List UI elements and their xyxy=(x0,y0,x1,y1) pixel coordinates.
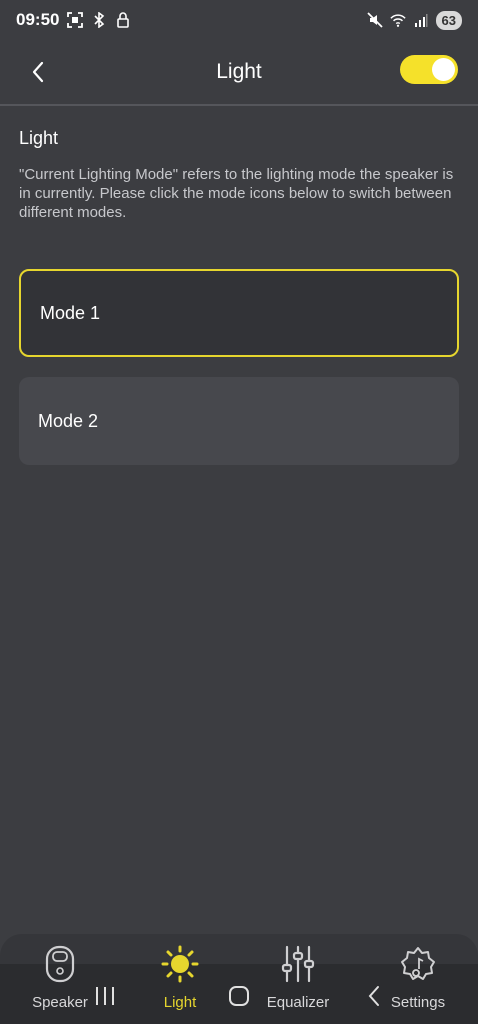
back-button[interactable] xyxy=(22,56,54,88)
system-back-icon xyxy=(368,986,379,1006)
nav-item-equalizer[interactable]: Equalizer xyxy=(248,944,348,1020)
mode-1-label: Mode 1 xyxy=(40,302,101,323)
screenshot-icon xyxy=(67,12,84,28)
app-header: Light xyxy=(0,40,478,104)
nav-item-light[interactable]: Light xyxy=(130,944,230,1020)
home-button[interactable] xyxy=(227,985,251,1007)
sun-icon xyxy=(160,944,200,984)
mode-2-label: Mode 2 xyxy=(38,410,99,431)
speaker-icon xyxy=(40,944,80,984)
equalizer-icon xyxy=(278,944,318,984)
recents-icon xyxy=(96,987,114,1005)
wifi-icon xyxy=(389,12,406,28)
description-text: "Current Lighting Mode" refers to the li… xyxy=(19,166,454,221)
home-icon xyxy=(229,986,249,1006)
signal-icon xyxy=(413,12,429,28)
status-bar: 09:50 63 xyxy=(0,0,478,40)
settings-icon xyxy=(398,944,438,984)
nav-label-speaker: Speaker xyxy=(32,994,88,1011)
bluetooth-icon xyxy=(91,12,107,28)
mute-icon xyxy=(366,12,383,28)
recents-button[interactable] xyxy=(93,985,117,1007)
nav-label-equalizer: Equalizer xyxy=(266,994,330,1011)
light-power-toggle[interactable] xyxy=(400,55,458,84)
nav-label-settings: Settings xyxy=(390,994,446,1011)
mode-1-card[interactable]: Mode 1 xyxy=(19,269,459,357)
nav-label-light: Light xyxy=(163,994,197,1011)
chevron-left-icon xyxy=(32,61,44,83)
header-divider xyxy=(0,104,478,106)
nav-item-settings[interactable]: Settings xyxy=(368,944,468,1020)
mode-2-card[interactable]: Mode 2 xyxy=(19,377,459,465)
page-title: Light xyxy=(216,60,262,83)
status-time: 09:50 xyxy=(16,10,60,29)
lock-icon xyxy=(115,12,131,28)
toggle-knob xyxy=(432,58,455,81)
nav-item-speaker[interactable]: Speaker xyxy=(10,944,110,1020)
system-back-button[interactable] xyxy=(362,985,386,1007)
section-title: Light xyxy=(19,128,59,148)
battery-indicator: 63 xyxy=(435,10,462,30)
